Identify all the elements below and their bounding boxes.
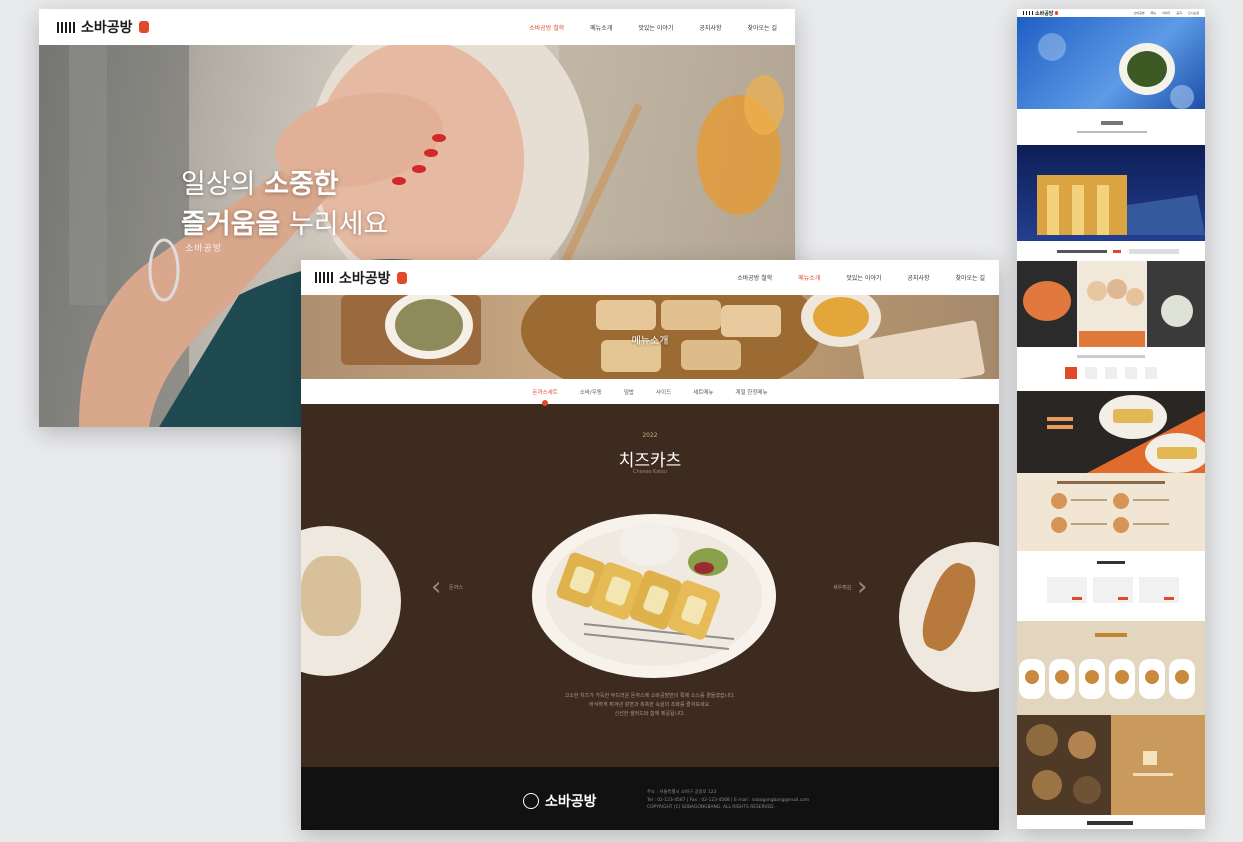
logo-mark-icon (138, 21, 149, 33)
next-dish-label[interactable]: 새우튀김 (833, 584, 851, 591)
home-menu-item-story[interactable]: 맛있는 이야기 (638, 23, 673, 32)
long-section-hero (1017, 17, 1205, 109)
logo-mark-icon (396, 271, 407, 284)
tab-category-5[interactable]: 세트메뉴 (693, 388, 713, 396)
footer-logo-text: 소바공방 (545, 794, 597, 810)
main-dish-image (532, 514, 776, 678)
dish-english-name: Cheese Katsu (632, 469, 668, 475)
long-menu-item: 소바공방 (1133, 11, 1145, 15)
footer-info-line: Tel : 02-123-4567 | Fax : 02-123-4568 | … (647, 797, 810, 803)
menu-logo-text: 소바공방 (339, 270, 391, 287)
menu-nav-item-story[interactable]: 맛있는 이야기 (846, 273, 881, 282)
menu-nav-item-location[interactable]: 찾아오는 길 (955, 273, 985, 282)
logo-mark-icon (1055, 11, 1059, 15)
long-section-menu-cards (1017, 621, 1205, 715)
menu-nav-item-menu[interactable]: 메뉴소개 (798, 273, 820, 282)
dish-category-label: 2022 (642, 432, 658, 439)
menu-page-menu: 소바공방 철학 메뉴소개 맛있는 이야기 공지사항 찾아오는 길 (711, 273, 985, 282)
home-menu-item-notice[interactable]: 공지사항 (699, 23, 721, 32)
long-navbar: 소바공방 소바공방 메뉴 이야기 공지 오시는길 (1017, 9, 1205, 17)
dish-description-line: 바삭하게 튀겨낸 겉면과 촉촉한 속살의 조화를 즐겨보세요. (589, 702, 711, 708)
tab-category-4[interactable]: 사이드 (656, 388, 671, 396)
hero-line1-bold: 소중한 (264, 169, 339, 200)
long-menu-item: 공지 (1176, 11, 1182, 15)
long-section-intro (1017, 109, 1205, 145)
hero-subtitle: 소바공방 (185, 244, 223, 254)
tab-category-6[interactable]: 계절 한정메뉴 (735, 388, 767, 396)
banner-title: 메뉴소개 (631, 336, 669, 347)
home-menu: 소바공방 철학 메뉴소개 맛있는 이야기 공지사항 찾아오는 길 (503, 23, 777, 32)
logo-bars-icon (315, 272, 333, 283)
footer-info: 주소 : 서울특별시 소바구 공방로 123 Tel : 02-123-4567… (647, 789, 809, 812)
dish-description: 고소한 치즈가 가득한 부드러운 돈까스에 소바공방만의 특제 소스를 곁들였습… (521, 692, 779, 719)
long-menu-item: 이야기 (1162, 11, 1171, 15)
dish-description-line: 신선한 샐러드와 함께 제공됩니다. (614, 711, 686, 717)
long-menu-item: 오시는길 (1187, 11, 1199, 15)
long-section-photo (1017, 715, 1205, 815)
long-section-heading (1017, 241, 1205, 261)
hero-line2-post: 누리세요 (288, 209, 389, 240)
menu-nav-item-philosophy[interactable]: 소바공방 철학 (737, 273, 772, 282)
long-page-mockup: 소바공방 소바공방 메뉴 이야기 공지 오시는길 (1017, 9, 1205, 829)
footer-info-line: COPYRIGHT (C) SOBAGONGBANG. ALL RIGHTS R… (647, 805, 775, 810)
long-section-icons (1017, 347, 1205, 391)
menu-page-mockup: 소바공방 소바공방 철학 메뉴소개 맛있는 이야기 공지사항 찾아오는 길 메뉴… (301, 260, 999, 830)
menu-category-tabs: 돈까스세트 소바/우동 덮밥 사이드 세트메뉴 계절 한정메뉴 (301, 379, 999, 406)
footer-info-line: 주소 : 서울특별시 소바구 공방로 123 (647, 790, 717, 795)
home-navbar: 소바공방 소바공방 철학 메뉴소개 맛있는 이야기 공지사항 찾아오는 길 (39, 9, 795, 45)
tab-category-1[interactable]: 돈까스세트 (532, 388, 558, 406)
footer-seal-icon (523, 793, 539, 809)
dish-name: 치즈카츠 (618, 451, 682, 471)
tab-category-3[interactable]: 덮밥 (624, 388, 634, 396)
footer-logo: 소바공방 (523, 791, 597, 811)
long-logo-text: 소바공방 (1035, 10, 1054, 17)
long-section-gallery (1017, 261, 1205, 347)
menu-nav-item-notice[interactable]: 공지사항 (907, 273, 929, 282)
prev-dish-plate[interactable] (301, 526, 401, 676)
featured-dish-section: 2022 치즈카츠 Cheese Katsu ‹ 돈까스 › 새우튀김 고소한 … (301, 404, 999, 767)
long-section-promo (1017, 391, 1205, 473)
prev-arrow-icon[interactable]: ‹ (431, 574, 441, 600)
long-logo: 소바공방 (1023, 10, 1059, 17)
long-section-footer (1017, 815, 1205, 829)
long-section-notice (1017, 551, 1205, 621)
menu-logo[interactable]: 소바공방 (315, 268, 407, 288)
hero-line1-pre: 일상의 (181, 169, 256, 200)
next-dish-plate[interactable] (899, 542, 999, 692)
next-arrow-icon[interactable]: › (857, 574, 867, 600)
tab-category-2[interactable]: 소바/우동 (580, 388, 602, 396)
long-menu-item: 메뉴 (1150, 11, 1157, 15)
dish-description-line: 고소한 치즈가 가득한 부드러운 돈까스에 소바공방만의 특제 소스를 곁들였습… (564, 693, 736, 699)
prev-dish-label[interactable]: 돈까스 (449, 584, 463, 591)
long-section-store (1017, 145, 1205, 241)
home-logo-text: 소바공방 (81, 20, 133, 36)
home-menu-item-philosophy[interactable]: 소바공방 철학 (529, 23, 564, 32)
home-menu-item-location[interactable]: 찾아오는 길 (747, 23, 777, 32)
logo-bars-icon (1023, 11, 1033, 15)
home-logo[interactable]: 소바공방 (57, 17, 149, 37)
home-menu-item-menu[interactable]: 메뉴소개 (590, 23, 612, 32)
long-menu: 소바공방 메뉴 이야기 공지 오시는길 (1128, 11, 1199, 15)
long-section-features (1017, 473, 1205, 551)
hero-title: 일상의 소중한 즐거움을 누리세요 (181, 165, 388, 245)
logo-bars-icon (57, 21, 75, 33)
menu-navbar: 소바공방 소바공방 철학 메뉴소개 맛있는 이야기 공지사항 찾아오는 길 (301, 260, 999, 295)
hero-line2-bold: 즐거움을 (181, 209, 281, 240)
menu-banner: 메뉴소개 (301, 295, 999, 379)
menu-footer: 소바공방 주소 : 서울특별시 소바구 공방로 123 Tel : 02-123… (301, 767, 999, 830)
